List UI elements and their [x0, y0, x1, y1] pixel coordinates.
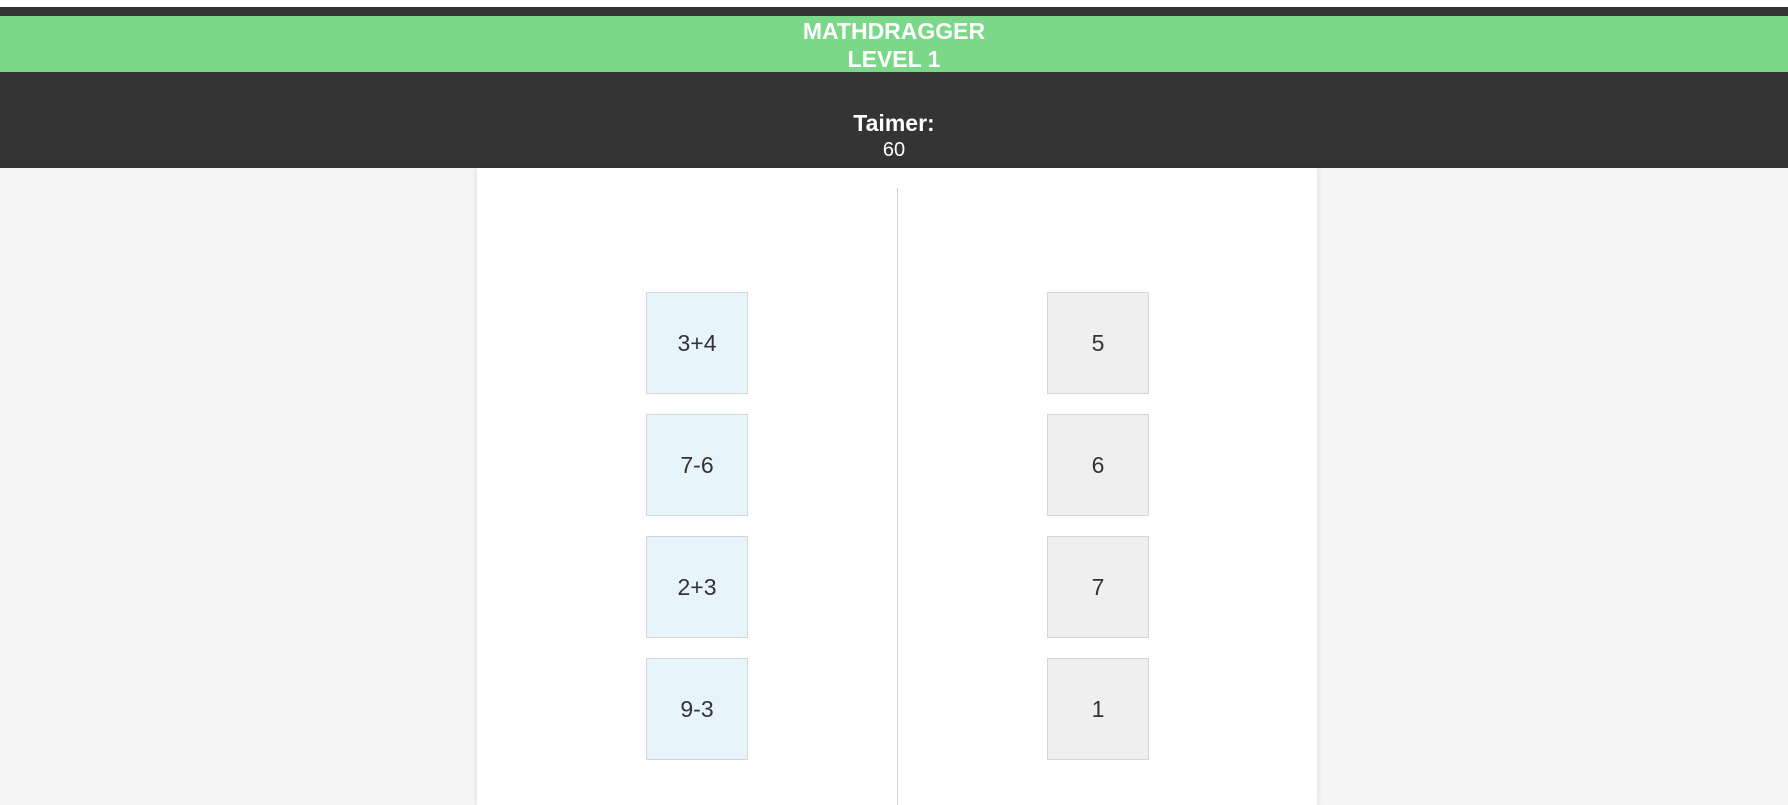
expression-tile[interactable]: 3+4 [646, 292, 748, 394]
expression-tile[interactable]: 7-6 [646, 414, 748, 516]
expression-column: 3+4 7-6 2+3 9-3 [646, 292, 748, 780]
timer-bar: Taimer: 60 [0, 72, 1788, 168]
expression-tile[interactable]: 2+3 [646, 536, 748, 638]
answer-tile[interactable]: 6 [1047, 414, 1149, 516]
game-board: 3+4 7-6 2+3 9-3 5 6 7 1 [477, 168, 1317, 805]
answer-tile[interactable]: 1 [1047, 658, 1149, 760]
timer-label: Taimer: [853, 110, 935, 136]
top-strip [0, 0, 1788, 7]
timer-value: 60 [882, 139, 906, 161]
expression-tile[interactable]: 9-3 [646, 658, 748, 760]
answer-column: 5 6 7 1 [1047, 292, 1149, 780]
answer-tile[interactable]: 7 [1047, 536, 1149, 638]
title-bar: MATHDRAGGER LEVEL 1 [0, 16, 1788, 72]
level-label: LEVEL 1 [847, 46, 941, 72]
top-dark-strip [0, 7, 1788, 16]
game-title: MATHDRAGGER [802, 18, 986, 44]
column-divider [897, 188, 898, 805]
answer-tile[interactable]: 5 [1047, 292, 1149, 394]
